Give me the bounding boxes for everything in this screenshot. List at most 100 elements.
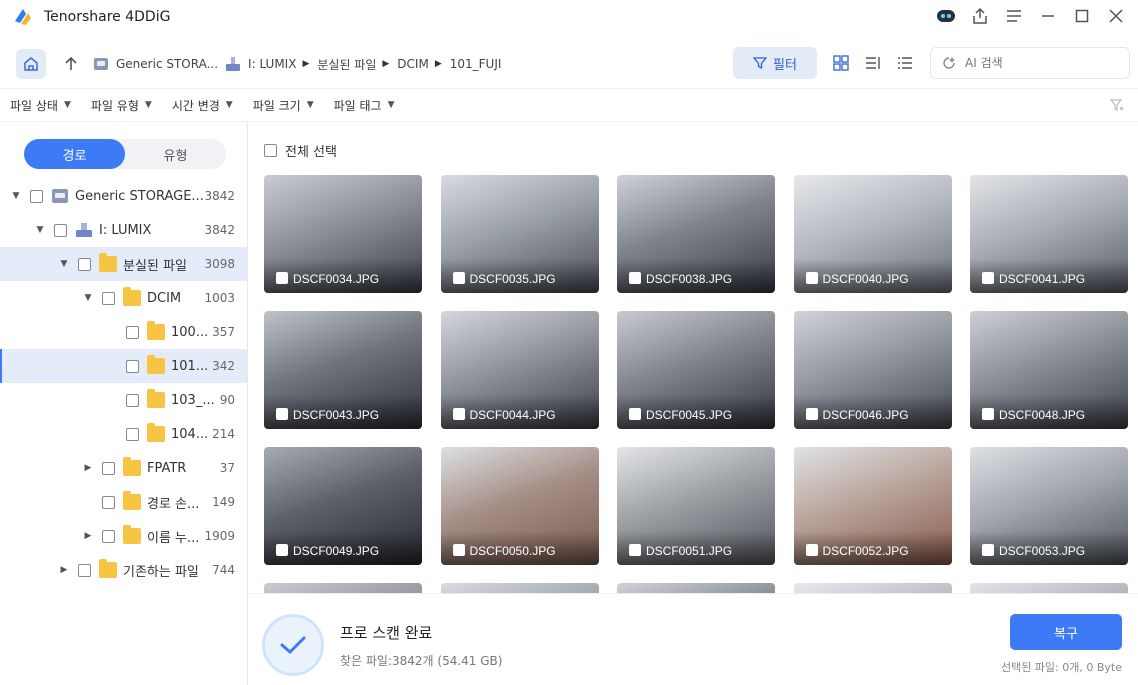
file-thumbnail[interactable] — [617, 583, 775, 593]
clear-filter-icon[interactable] — [1109, 98, 1124, 115]
tree-item[interactable]: 경로 손... 149 — [0, 485, 247, 519]
expand-arrow-icon: ▼ — [84, 293, 92, 303]
search-input[interactable] — [965, 56, 1115, 70]
thumbnail-checkbox[interactable] — [276, 272, 288, 284]
thumbnail-checkbox[interactable] — [629, 408, 641, 420]
thumbnail-checkbox[interactable] — [452, 272, 465, 284]
tab-path[interactable]: 경로 — [24, 139, 125, 169]
checkbox[interactable] — [126, 325, 139, 339]
thumbnail-checkbox[interactable] — [452, 408, 465, 420]
thumbnail-checkbox[interactable] — [982, 408, 994, 420]
file-thumbnail[interactable] — [970, 583, 1128, 593]
file-thumbnail[interactable]: DSCF0048.JPG — [970, 311, 1128, 429]
tree-item[interactable]: ▶ FPATR 37 — [0, 451, 247, 485]
tree-item[interactable]: 100... 357 — [0, 315, 247, 349]
folder-icon — [147, 321, 165, 340]
breadcrumb-item[interactable]: I: LUMIX — [224, 55, 296, 73]
tree-item[interactable]: ▼ I: LUMIX 3842 — [0, 213, 247, 247]
filter-label: 필터 — [773, 57, 797, 73]
recover-button[interactable]: 복구 — [1010, 614, 1122, 650]
close-icon[interactable] — [1102, 2, 1130, 30]
filter-file-type-dropdown[interactable]: 파일 유형 ▼ — [81, 97, 162, 114]
file-thumbnail[interactable]: DSCF0040.JPG — [793, 175, 952, 293]
checkbox[interactable] — [78, 257, 91, 271]
checkbox[interactable] — [102, 529, 115, 543]
file-thumbnail[interactable] — [264, 583, 422, 593]
file-thumbnail[interactable]: DSCF0050.JPG — [440, 447, 599, 565]
arrow-up-icon — [65, 56, 77, 70]
file-thumbnail[interactable]: DSCF0041.JPG — [970, 175, 1128, 293]
share-icon[interactable] — [966, 2, 994, 30]
checkbox[interactable] — [126, 359, 139, 373]
checkbox[interactable] — [54, 223, 67, 237]
file-thumbnail[interactable]: DSCF0045.JPG — [617, 311, 775, 429]
select-all-checkbox[interactable] — [264, 144, 277, 157]
thumbnail-checkbox[interactable] — [805, 544, 818, 556]
breadcrumb-item[interactable]: 101_FUJI — [450, 57, 502, 71]
home-button[interactable] — [16, 49, 46, 79]
tree-item[interactable]: ▼ 분실된 파일 3098 — [0, 247, 247, 281]
thumbnail-checkbox[interactable] — [452, 544, 465, 556]
tree-item[interactable]: ▶ 이름 누... 1909 — [0, 519, 247, 553]
checkbox[interactable] — [126, 427, 139, 441]
chevron-down-icon: ▼ — [144, 100, 152, 110]
folder-icon — [123, 287, 141, 306]
filter-button[interactable]: 필터 — [733, 47, 817, 79]
file-thumbnail[interactable]: DSCF0052.JPG — [793, 447, 952, 565]
file-thumbnail[interactable]: DSCF0043.JPG — [264, 311, 422, 429]
thumbnail-checkbox[interactable] — [629, 544, 641, 556]
thumbnail-checkbox[interactable] — [629, 272, 641, 284]
tree-item[interactable]: 103_... 90 — [0, 383, 247, 417]
file-thumbnail[interactable] — [440, 583, 599, 593]
filter-tag-dropdown[interactable]: 파일 태그 ▼ — [324, 97, 405, 114]
filter-size-dropdown[interactable]: 파일 크기 ▼ — [243, 97, 324, 114]
checkbox[interactable] — [102, 291, 115, 305]
tree-item[interactable]: ▼ DCIM 1003 — [0, 281, 247, 315]
minimize-icon[interactable] — [1034, 2, 1062, 30]
filter-time-dropdown[interactable]: 시간 변경 ▼ — [162, 97, 243, 114]
up-button[interactable] — [56, 49, 86, 79]
tree-item[interactable]: ▼ Generic STORAGE... 3842 — [0, 179, 247, 213]
file-thumbnail[interactable]: DSCF0046.JPG — [793, 311, 952, 429]
search-box[interactable] — [930, 47, 1130, 79]
breadcrumb-item[interactable]: 분실된 파일 — [317, 56, 376, 73]
file-thumbnail[interactable]: DSCF0038.JPG — [617, 175, 775, 293]
maximize-icon[interactable] — [1068, 2, 1096, 30]
checkbox[interactable] — [102, 461, 115, 475]
menu-icon[interactable] — [1000, 2, 1028, 30]
file-name: DSCF0049.JPG — [293, 544, 380, 558]
thumbnail-checkbox[interactable] — [982, 272, 994, 284]
detail-view-button[interactable] — [858, 47, 888, 79]
breadcrumb-item[interactable]: Generic STORA... — [92, 55, 218, 73]
tree-item[interactable]: ▶ 기존하는 파일 744 — [0, 553, 247, 587]
file-thumbnail[interactable]: DSCF0051.JPG — [617, 447, 775, 565]
list-view-button[interactable] — [890, 47, 920, 79]
tree-item[interactable]: 104... 214 — [0, 417, 247, 451]
checkbox[interactable] — [30, 189, 43, 203]
thumbnail-checkbox[interactable] — [982, 544, 994, 556]
checkbox[interactable] — [126, 393, 139, 407]
file-thumbnail[interactable] — [793, 583, 952, 593]
thumbnail-checkbox[interactable] — [276, 408, 288, 420]
file-name: DSCF0034.JPG — [293, 272, 380, 286]
assistant-bot-icon[interactable] — [932, 2, 960, 30]
breadcrumb: Generic STORA... I: LUMIX ▶ 분실된 파일 ▶ DCI… — [92, 55, 507, 73]
file-thumbnail[interactable]: DSCF0034.JPG — [264, 175, 422, 293]
breadcrumb-item[interactable]: DCIM — [397, 57, 429, 71]
grid-view-button[interactable] — [826, 47, 856, 79]
file-thumbnail[interactable]: DSCF0053.JPG — [970, 447, 1128, 565]
expand-arrow-icon: ▼ — [12, 191, 20, 201]
thumbnail-checkbox[interactable] — [805, 408, 818, 420]
filter-file-status-dropdown[interactable]: 파일 상태 ▼ — [0, 97, 81, 114]
thumbnail-checkbox[interactable] — [276, 544, 288, 556]
checkbox[interactable] — [102, 495, 115, 509]
thumbnail-checkbox[interactable] — [805, 272, 818, 284]
file-name: DSCF0050.JPG — [469, 544, 556, 558]
file-thumbnail[interactable]: DSCF0035.JPG — [440, 175, 599, 293]
tree-item[interactable]: 101... 342 — [0, 349, 247, 383]
tab-type[interactable]: 유형 — [125, 139, 226, 169]
checkbox[interactable] — [78, 563, 91, 577]
select-all[interactable]: 전체 선택 — [264, 141, 337, 160]
file-thumbnail[interactable]: DSCF0044.JPG — [440, 311, 599, 429]
file-thumbnail[interactable]: DSCF0049.JPG — [264, 447, 422, 565]
